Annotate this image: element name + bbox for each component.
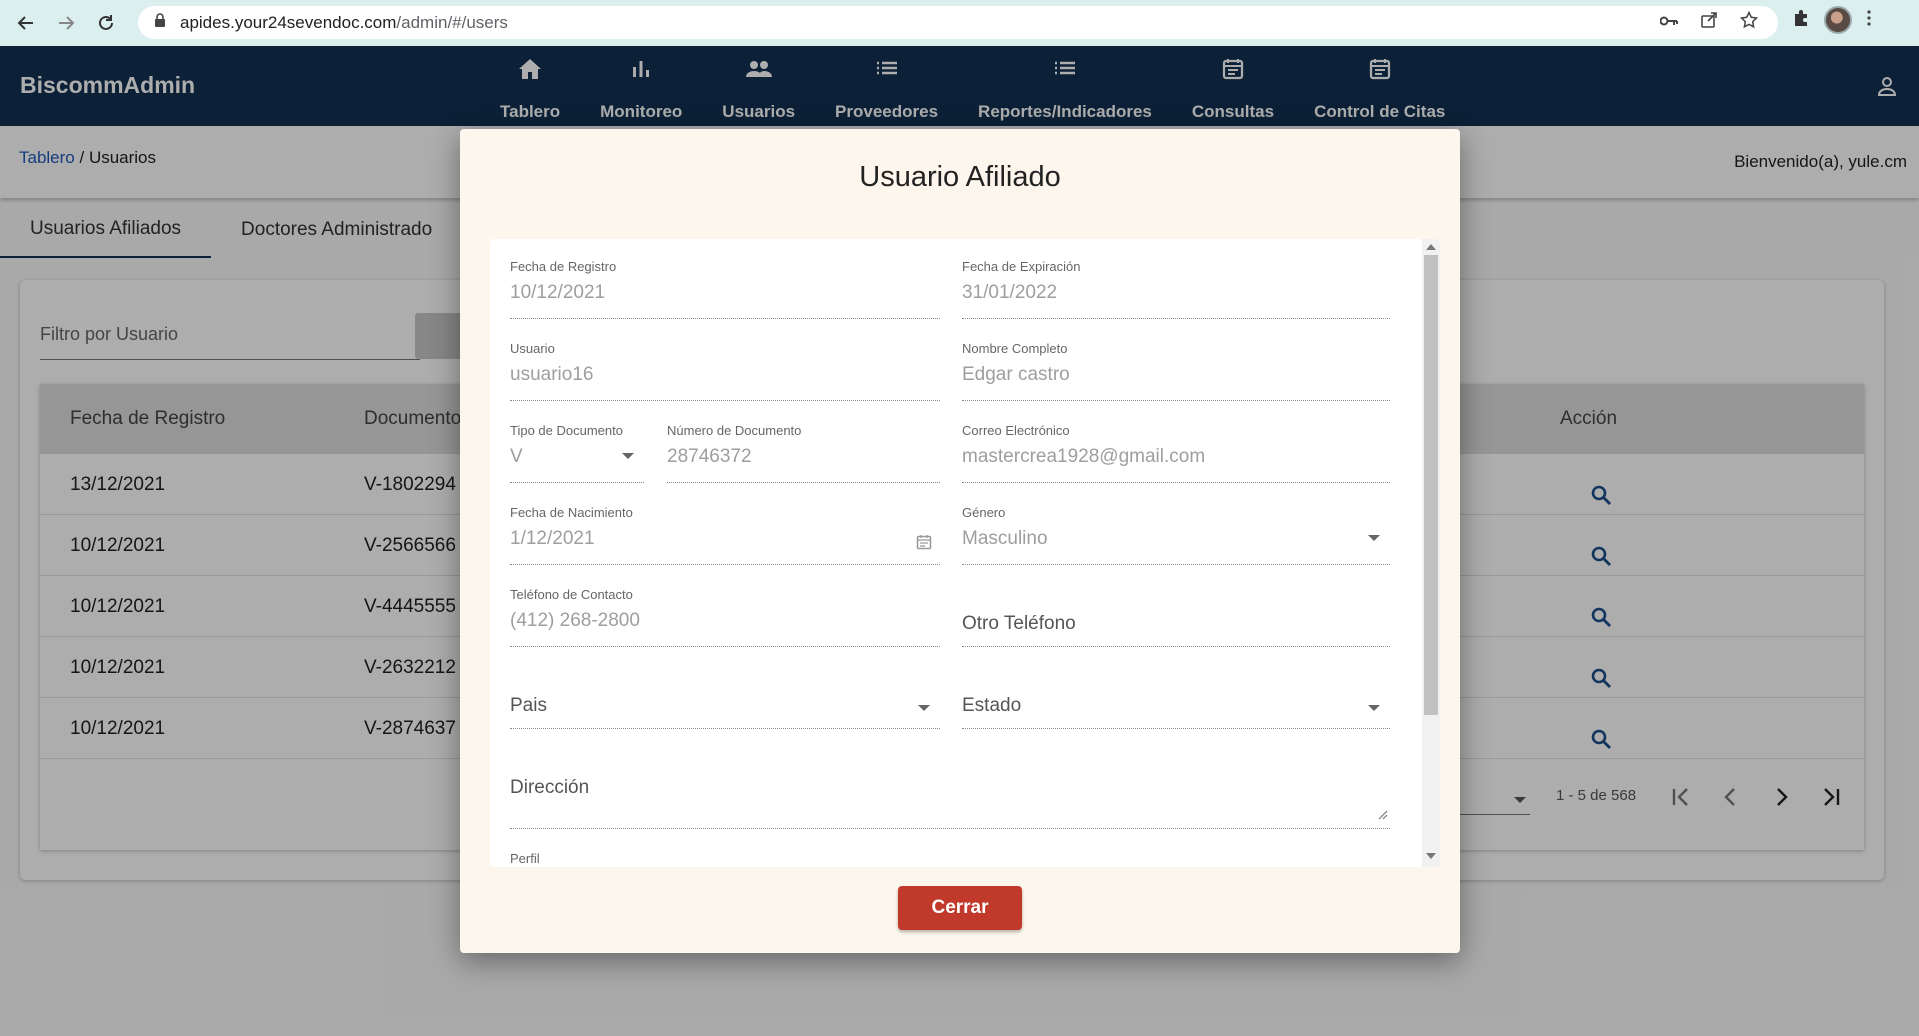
field-value: 1/12/2021 — [510, 528, 595, 549]
field-label: Nombre Completo — [962, 341, 1068, 356]
fecha-nacimiento-field: Fecha de Nacimiento 1/12/2021 — [510, 505, 940, 565]
url-path: /admin/#/users — [396, 12, 508, 32]
chevron-down-icon — [1368, 705, 1380, 711]
fecha-registro-field: Fecha de Registro 10/12/2021 — [510, 259, 940, 319]
field-value: Masculino — [962, 528, 1048, 549]
field-placeholder: Otro Teléfono — [962, 613, 1076, 634]
field-label: Fecha de Expiración — [962, 259, 1081, 274]
browser-profile-avatar[interactable] — [1824, 6, 1852, 34]
browser-menu-icon[interactable] — [1866, 9, 1872, 32]
browser-toolbar: apides.your24sevendoc.com/admin/#/users — [0, 0, 1919, 46]
key-icon[interactable] — [1659, 14, 1678, 32]
field-placeholder: Estado — [962, 695, 1022, 716]
field-label: Teléfono de Contacto — [510, 587, 633, 602]
dialog-form: Fecha de Registro 10/12/2021 Fecha de Ex… — [490, 239, 1440, 867]
tipo-documento-select: Tipo de Documento V — [510, 423, 644, 483]
usuario-field: Usuario usuario16 — [510, 341, 940, 401]
chevron-down-icon — [918, 705, 930, 711]
chevron-down-icon — [1368, 535, 1380, 541]
forward-icon[interactable] — [46, 3, 86, 43]
extensions-icon[interactable] — [1792, 9, 1810, 32]
chevron-down-icon — [622, 453, 634, 459]
lock-icon — [154, 13, 166, 32]
close-button[interactable]: Cerrar — [898, 886, 1022, 930]
field-label: Fecha de Registro — [510, 259, 617, 274]
field-value: mastercrea1928@gmail.com — [962, 446, 1206, 467]
url-host: apides.your24sevendoc.com — [180, 12, 397, 32]
field-label: Usuario — [510, 341, 555, 356]
reload-icon[interactable] — [86, 3, 126, 43]
correo-field: Correo Electrónico mastercrea1928@gmail.… — [962, 423, 1390, 483]
calendar-icon[interactable] — [916, 534, 932, 555]
field-label: Fecha de Nacimiento — [510, 505, 633, 520]
field-value: Edgar castro — [962, 364, 1070, 385]
share-icon[interactable] — [1700, 11, 1718, 34]
telefono-contacto-field: Teléfono de Contacto (412) 268-2800 — [510, 587, 940, 647]
address-bar[interactable]: apides.your24sevendoc.com/admin/#/users — [138, 6, 1778, 39]
field-value: 28746372 — [667, 446, 752, 467]
scroll-thumb[interactable] — [1424, 255, 1438, 715]
dialog-title: Usuario Afiliado — [859, 161, 1061, 193]
field-label: Correo Electrónico — [962, 423, 1070, 438]
scroll-up-icon[interactable] — [1426, 244, 1436, 250]
genero-select: Género Masculino — [962, 505, 1390, 565]
field-label: Perfil — [510, 851, 540, 866]
user-dialog: Usuario Afiliado Fecha de Registro 10/12… — [460, 129, 1460, 953]
field-placeholder: Pais — [510, 695, 547, 716]
bookmark-star-icon[interactable] — [1739, 10, 1759, 34]
back-icon[interactable] — [6, 3, 46, 43]
otro-telefono-input[interactable]: Otro Teléfono — [962, 587, 1390, 647]
field-value: 31/01/2022 — [962, 282, 1058, 303]
pais-select[interactable]: Pais — [510, 669, 940, 729]
field-label: Género — [962, 505, 1006, 520]
scroll-down-icon[interactable] — [1426, 853, 1436, 859]
field-label: Tipo de Documento — [510, 423, 623, 438]
field-placeholder: Dirección — [510, 777, 590, 798]
resize-handle-icon[interactable] — [1378, 807, 1388, 825]
estado-select[interactable]: Estado — [962, 669, 1390, 729]
direccion-textarea[interactable]: Dirección — [510, 751, 1390, 829]
perfil-field: Perfil — [510, 851, 940, 867]
field-value: 10/12/2021 — [510, 282, 606, 303]
field-label: Número de Documento — [667, 423, 802, 438]
field-value: usuario16 — [510, 364, 594, 385]
fecha-expiracion-field: Fecha de Expiración 31/01/2022 — [962, 259, 1390, 319]
nombre-completo-field: Nombre Completo Edgar castro — [962, 341, 1390, 401]
numero-documento-field: Número de Documento 28746372 — [667, 423, 940, 483]
dialog-scrollbar[interactable] — [1422, 239, 1440, 867]
field-value: (412) 268-2800 — [510, 610, 640, 631]
